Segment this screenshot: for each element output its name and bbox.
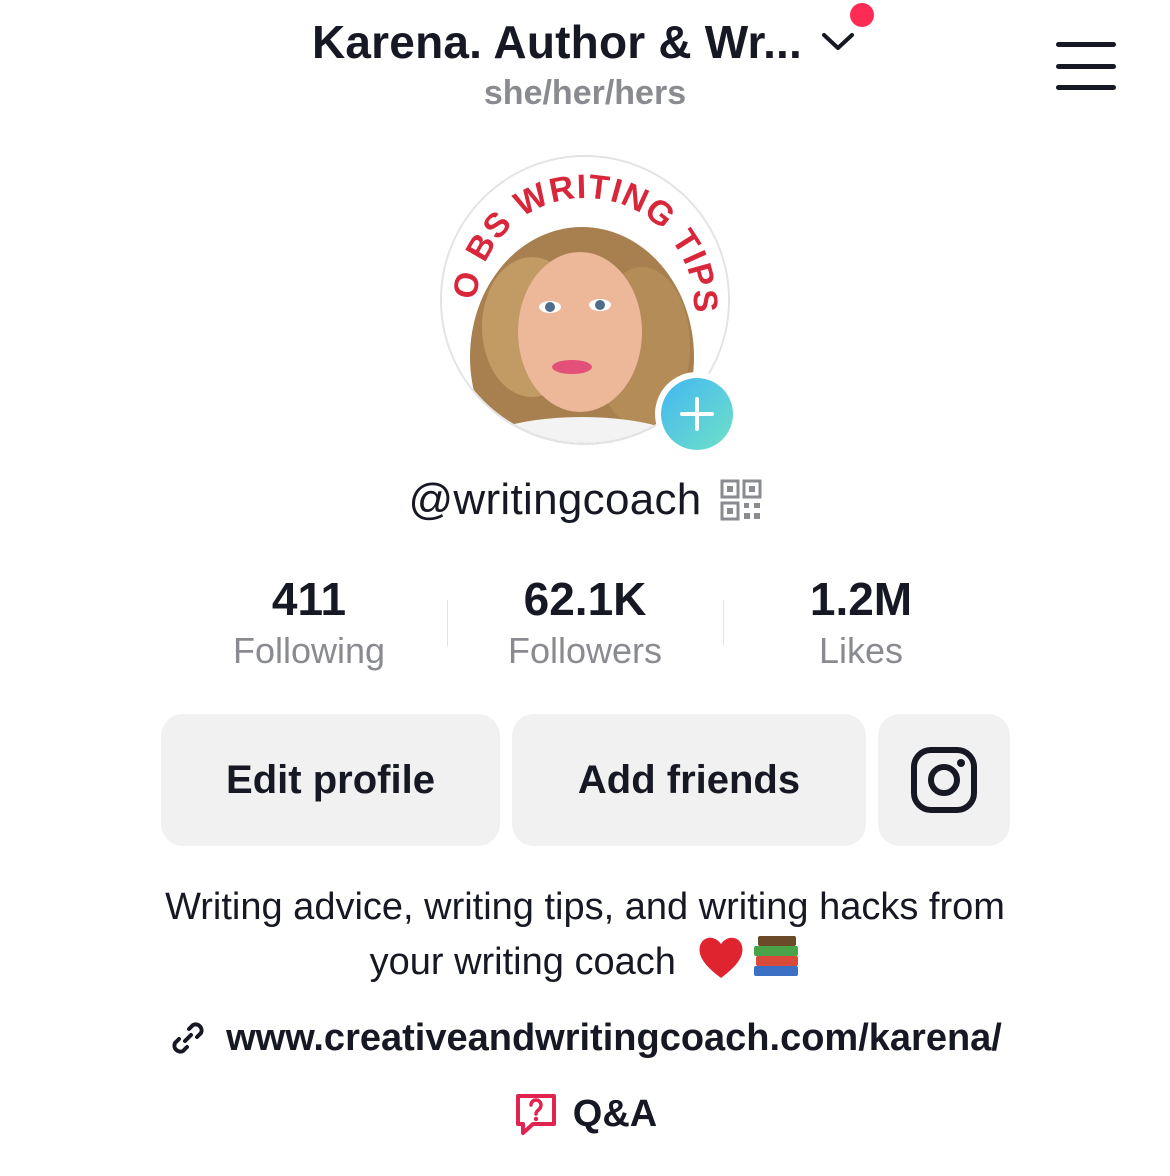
chevron-down-icon[interactable] xyxy=(818,22,858,62)
books-icon xyxy=(754,936,799,976)
stat-label: Followers xyxy=(507,630,663,671)
bio: Writing advice, writing tips, and writin… xyxy=(60,882,1110,995)
stat-value: 411 xyxy=(271,573,347,625)
bio-line: your writing coach ❤️📚 xyxy=(60,932,1110,995)
stat-likes[interactable]: 1.2M Likes xyxy=(723,570,999,672)
qa-link[interactable]: Q&A xyxy=(0,1086,1170,1142)
stat-value: 62.1K xyxy=(523,573,647,625)
link-icon xyxy=(172,1022,204,1054)
add-avatar-button[interactable] xyxy=(655,372,739,456)
qa-label: Q&A xyxy=(572,1092,658,1135)
profile-page: Karena. Author & Wr... she/her/hers O BS… xyxy=(0,0,1170,1176)
stat-following[interactable]: 411 Following xyxy=(171,570,447,672)
username: @writingcoach xyxy=(408,475,702,524)
website-link[interactable]: www.creativeandwritingcoach.com/karena/ xyxy=(0,1010,1170,1066)
menu-line xyxy=(1056,85,1116,90)
header: Karena. Author & Wr... xyxy=(0,3,1170,72)
account-name: Karena. Author & Wr... xyxy=(311,16,803,68)
stat-label: Following xyxy=(232,630,386,671)
instagram-icon xyxy=(911,747,977,813)
hamburger-menu-icon[interactable] xyxy=(1056,42,1116,90)
bio-text: your writing coach xyxy=(369,941,676,983)
add-friends-button[interactable]: Add friends xyxy=(512,714,866,846)
bio-line: Writing advice, writing tips, and writin… xyxy=(165,886,1005,928)
instagram-button[interactable] xyxy=(878,714,1010,846)
stats-row: 411 Following 62.1K Followers 1.2M Likes xyxy=(0,570,1170,680)
stat-label: Likes xyxy=(818,630,904,671)
plus-icon xyxy=(661,378,733,450)
pronouns: she/her/hers xyxy=(483,74,687,112)
notification-dot xyxy=(850,3,875,27)
stat-value: 1.2M xyxy=(809,573,913,625)
stat-followers[interactable]: 62.1K Followers xyxy=(447,570,723,672)
qr-code-icon[interactable] xyxy=(720,479,762,521)
heart-icon xyxy=(699,937,743,978)
account-switcher[interactable]: Karena. Author & Wr... xyxy=(311,3,875,69)
edit-profile-button[interactable]: Edit profile xyxy=(161,714,500,846)
menu-line xyxy=(1056,42,1116,47)
website-link-text: www.creativeandwritingcoach.com/karena/ xyxy=(226,1016,1002,1059)
qa-icon xyxy=(515,1094,556,1135)
bio-emojis: ❤️📚 xyxy=(696,932,800,995)
menu-line xyxy=(1056,63,1116,69)
username-row: @writingcoach xyxy=(0,470,1170,530)
